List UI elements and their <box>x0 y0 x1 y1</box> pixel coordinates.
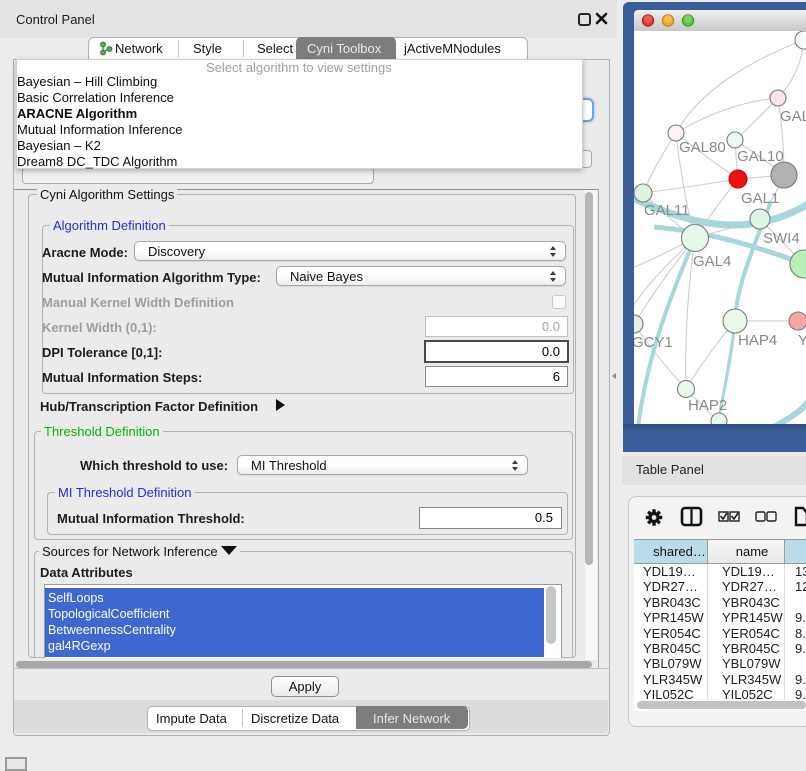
svg-text:GAL: GAL <box>780 108 806 125</box>
svg-text:GAL11: GAL11 <box>644 202 690 219</box>
svg-text:GAL1: GAL1 <box>741 190 779 207</box>
svg-text:GCY1: GCY1 <box>634 334 673 351</box>
svg-text:HAP2: HAP2 <box>688 397 727 414</box>
svg-text:GAL80: GAL80 <box>679 139 726 156</box>
svg-text:HAP4: HAP4 <box>738 332 777 349</box>
svg-text:GAL4: GAL4 <box>693 253 731 270</box>
svg-text:Y: Y <box>798 332 806 349</box>
svg-text:GAL10: GAL10 <box>737 148 784 165</box>
svg-text:SWI4: SWI4 <box>763 230 800 247</box>
